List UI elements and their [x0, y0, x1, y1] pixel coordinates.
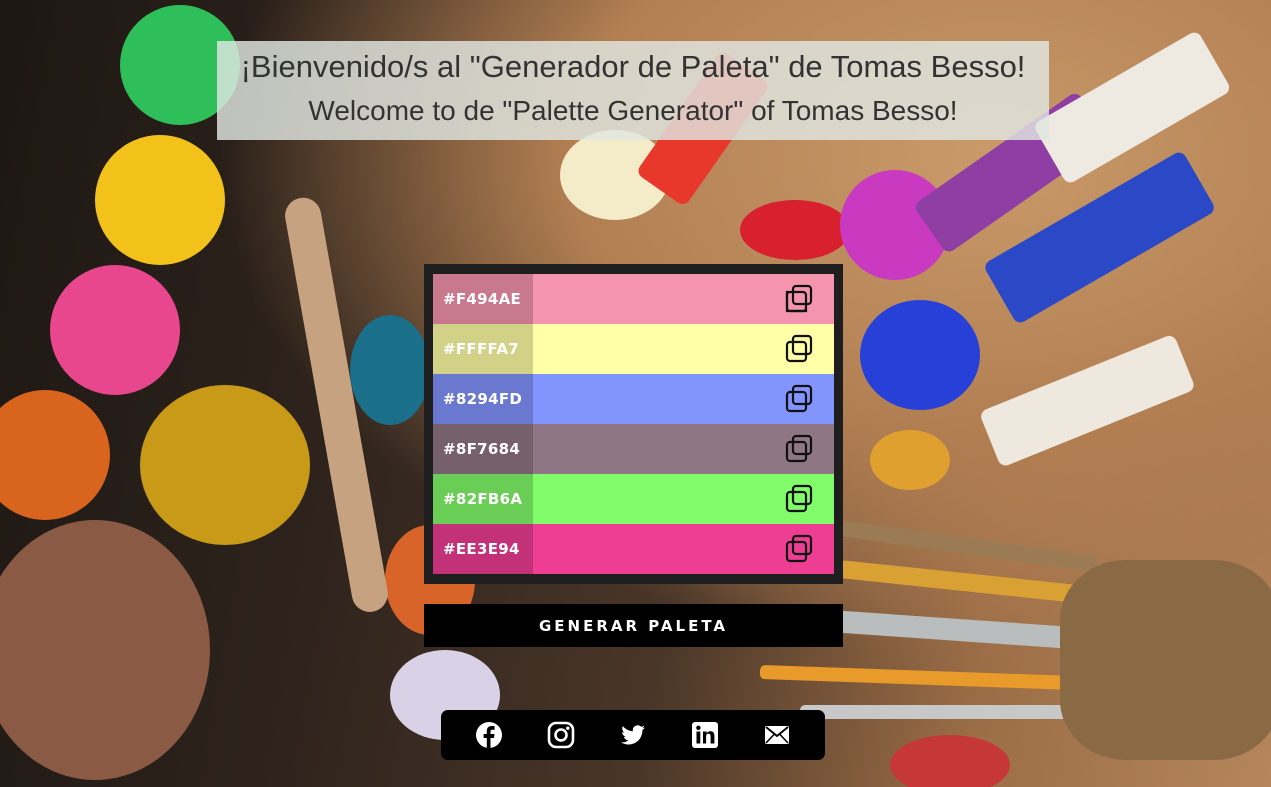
- palette-row: #8294FD: [433, 374, 834, 424]
- social-links-bar: [441, 710, 825, 760]
- facebook-icon[interactable]: [474, 720, 504, 750]
- palette-row: #82FB6A: [433, 474, 834, 524]
- twitter-icon[interactable]: [618, 720, 648, 750]
- page-title-spanish: ¡Bienvenido/s al "Generador de Paleta" d…: [240, 49, 1026, 84]
- palette-row: #8F7684: [433, 424, 834, 474]
- color-hex-label: #FFFFA7: [433, 324, 533, 374]
- palette-row: #FFFFA7: [433, 324, 834, 374]
- palette-row: #F494AE: [433, 274, 834, 324]
- page-title-english: Welcome to de "Palette Generator" of Tom…: [308, 95, 958, 126]
- copy-icon[interactable]: [784, 534, 814, 564]
- linkedin-icon[interactable]: [690, 720, 720, 750]
- copy-icon[interactable]: [784, 434, 814, 464]
- generate-palette-button[interactable]: GENERAR PALETA: [424, 604, 843, 647]
- color-hex-label: #8294FD: [433, 374, 533, 424]
- copy-icon[interactable]: [784, 334, 814, 364]
- color-hex-label: #EE3E94: [433, 524, 533, 574]
- instagram-icon[interactable]: [546, 720, 576, 750]
- copy-icon[interactable]: [784, 384, 814, 414]
- email-icon[interactable]: [762, 720, 792, 750]
- welcome-banner: ¡Bienvenido/s al "Generador de Paleta" d…: [217, 41, 1049, 140]
- color-hex-label: #F494AE: [433, 274, 533, 324]
- color-hex-label: #8F7684: [433, 424, 533, 474]
- copy-icon[interactable]: [784, 284, 814, 314]
- palette-row: #EE3E94: [433, 524, 834, 574]
- color-hex-label: #82FB6A: [433, 474, 533, 524]
- copy-icon[interactable]: [784, 484, 814, 514]
- palette-panel: #F494AE #FFFFA7 #8294FD #8F7684 #82FB6A …: [424, 264, 843, 584]
